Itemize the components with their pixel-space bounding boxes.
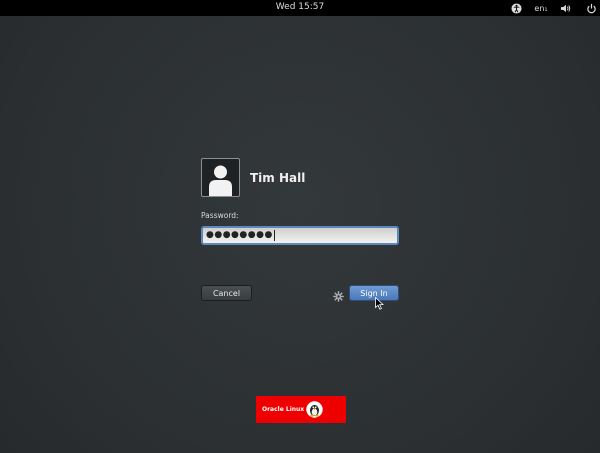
username-label: Tim Hall <box>250 171 306 185</box>
oracle-linux-logo: Oracle Linux <box>256 396 346 423</box>
user-avatar <box>201 158 240 197</box>
mouse-pointer-icon <box>375 295 385 310</box>
text-cursor <box>273 230 275 241</box>
power-icon[interactable] <box>584 1 598 15</box>
accessibility-icon[interactable] <box>509 1 523 15</box>
logo-text: Oracle Linux <box>262 406 305 413</box>
password-value: ●●●●●●●● <box>206 230 273 240</box>
password-label: Password: <box>201 211 239 220</box>
language-indicator[interactable]: en₁ <box>532 1 550 15</box>
top-bar: Wed 15:57 en₁ <box>0 0 600 16</box>
volume-icon[interactable] <box>558 1 572 15</box>
tux-icon <box>306 401 323 418</box>
password-field[interactable]: ●●●●●●●● <box>201 226 399 245</box>
sign-in-button[interactable]: Sign In <box>349 285 399 301</box>
user-icon <box>209 165 232 196</box>
cancel-button[interactable]: Cancel <box>201 285 252 301</box>
gear-icon[interactable] <box>333 287 344 302</box>
